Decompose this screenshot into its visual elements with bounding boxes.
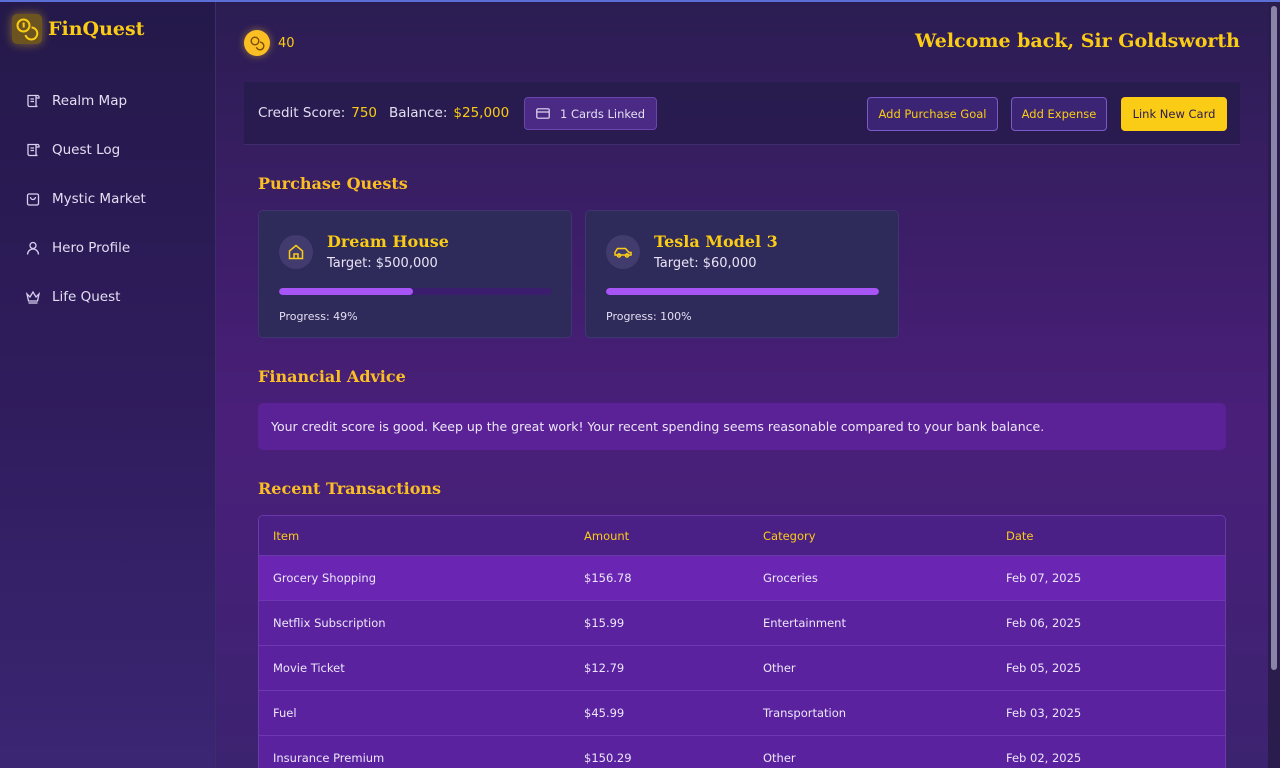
quest-card-tesla-model-3[interactable]: Tesla Model 3 Target: $60,000 Progress: …: [585, 210, 899, 338]
quest-progress-bar: [606, 288, 879, 295]
quest-progress-label: Progress: 100%: [606, 310, 692, 323]
credit-score-value: 750: [351, 105, 378, 121]
coin-balance: 40: [244, 30, 295, 56]
cell-amount: $150.29: [584, 751, 632, 765]
table-row[interactable]: Grocery Shopping $156.78 Groceries Feb 0…: [259, 556, 1225, 601]
quest-name: Dream House: [327, 232, 449, 251]
sidebar-nav: Realm Map Quest Log Mystic Market Hero P…: [0, 76, 216, 321]
credit-card-icon: [536, 108, 550, 119]
cell-date: Feb 02, 2025: [1006, 751, 1082, 765]
page-scrollbar[interactable]: [1268, 2, 1280, 768]
quest-progress-fill: [279, 288, 413, 295]
shopping-bag-icon: [26, 192, 40, 206]
purchase-quests-title: Purchase Quests: [258, 174, 408, 193]
table-header: Item Amount Category Date: [259, 516, 1225, 556]
sidebar-item-label: Quest Log: [52, 141, 121, 158]
sidebar-item-label: Realm Map: [52, 92, 128, 109]
add-expense-button[interactable]: Add Expense: [1011, 97, 1107, 131]
coins-icon: [244, 30, 270, 56]
cell-date: Feb 06, 2025: [1006, 616, 1082, 630]
add-purchase-goal-button[interactable]: Add Purchase Goal: [867, 97, 998, 131]
financial-advice-box: Your credit score is good. Keep up the g…: [258, 403, 1226, 450]
sidebar-item-realm-map[interactable]: Realm Map: [0, 76, 216, 125]
quest-progress-fill: [606, 288, 879, 295]
cell-item: Insurance Premium: [273, 751, 385, 765]
stats-bar: Credit Score: 750 Balance: $25,000 1 Cards…: [244, 82, 1240, 145]
scroll-icon: [27, 143, 40, 156]
user-icon: [26, 241, 40, 255]
cell-category: Transportation: [763, 706, 847, 720]
cell-date: Feb 07, 2025: [1006, 571, 1082, 585]
main-content: 40 Welcome back, Sir Goldsworth Credit S…: [216, 2, 1268, 768]
cards-linked-button[interactable]: 1 Cards Linked: [524, 97, 657, 130]
sidebar-item-life-quest[interactable]: Life Quest: [0, 272, 216, 321]
quest-progress-bar: [279, 288, 552, 295]
cell-amount: $15.99: [584, 616, 625, 630]
coins-logo-icon: [12, 14, 42, 44]
cell-item: Netflix Subscription: [273, 616, 386, 630]
crown-icon: [25, 290, 41, 304]
credit-score-label: Credit Score:: [258, 105, 346, 121]
link-new-card-button[interactable]: Link New Card: [1121, 97, 1227, 131]
table-row[interactable]: Fuel $45.99 Transportation Feb 03, 2025: [259, 691, 1225, 736]
cell-item: Movie Ticket: [273, 661, 345, 675]
quest-card-dream-house[interactable]: Dream House Target: $500,000 Progress: 4…: [258, 210, 572, 338]
brand[interactable]: FinQuest: [12, 14, 144, 44]
cell-amount: $45.99: [584, 706, 625, 720]
cell-category: Groceries: [763, 571, 818, 585]
brand-name: FinQuest: [48, 18, 145, 40]
sidebar-item-mystic-market[interactable]: Mystic Market: [0, 174, 216, 223]
cell-item: Fuel: [273, 706, 297, 720]
coin-count: 40: [278, 35, 295, 51]
quest-target: Target: $60,000: [654, 256, 757, 271]
table-row[interactable]: Insurance Premium $150.29 Other Feb 02, …: [259, 736, 1225, 768]
table-row[interactable]: Netflix Subscription $15.99 Entertainmen…: [259, 601, 1225, 646]
cards-linked-label: 1 Cards Linked: [559, 106, 646, 121]
sidebar-item-label: Life Quest: [52, 288, 121, 305]
transactions-table: Item Amount Category Date Grocery Shoppi…: [258, 515, 1226, 768]
scrollbar-thumb[interactable]: [1271, 6, 1277, 670]
cell-category: Other: [763, 661, 796, 675]
column-header-date[interactable]: Date: [1006, 529, 1034, 543]
scroll-icon: [27, 94, 40, 107]
cell-amount: $156.78: [584, 571, 632, 585]
recent-transactions-title: Recent Transactions: [258, 479, 442, 498]
quest-target: Target: $500,000: [327, 256, 438, 271]
car-icon: [606, 235, 640, 269]
table-row[interactable]: Movie Ticket $12.79 Other Feb 05, 2025: [259, 646, 1225, 691]
balance-label: Balance:: [389, 105, 448, 121]
welcome-message: Welcome back, Sir Goldsworth: [915, 30, 1240, 52]
cell-amount: $12.79: [584, 661, 625, 675]
financial-advice-title: Financial Advice: [258, 367, 406, 386]
house-icon: [279, 235, 313, 269]
cell-category: Other: [763, 751, 796, 765]
cell-date: Feb 05, 2025: [1006, 661, 1082, 675]
sidebar: FinQuest Realm Map Quest Log Mystic Mark…: [0, 2, 216, 768]
column-header-amount[interactable]: Amount: [584, 529, 629, 543]
sidebar-item-label: Mystic Market: [52, 190, 146, 207]
sidebar-item-hero-profile[interactable]: Hero Profile: [0, 223, 216, 272]
cell-category: Entertainment: [763, 616, 846, 630]
quest-name: Tesla Model 3: [654, 232, 778, 251]
cell-item: Grocery Shopping: [273, 571, 377, 585]
quest-progress-label: Progress: 49%: [279, 310, 358, 323]
column-header-category[interactable]: Category: [763, 529, 816, 543]
balance-value: $25,000: [453, 105, 510, 121]
sidebar-item-label: Hero Profile: [52, 239, 131, 256]
sidebar-item-quest-log[interactable]: Quest Log: [0, 125, 216, 174]
column-header-item[interactable]: Item: [273, 529, 299, 543]
cell-date: Feb 03, 2025: [1006, 706, 1082, 720]
balance: Balance: $25,000: [389, 105, 509, 121]
credit-score: Credit Score: 750: [258, 105, 377, 121]
